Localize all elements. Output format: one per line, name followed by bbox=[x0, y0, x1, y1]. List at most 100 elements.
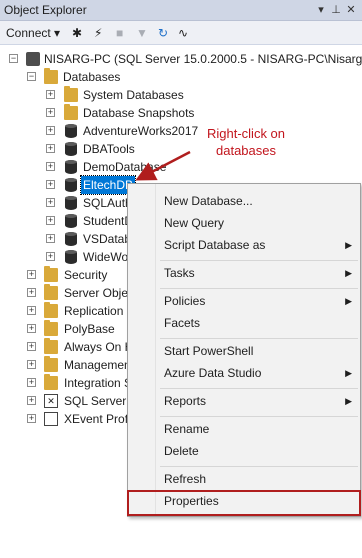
databases-label: Databases bbox=[63, 70, 121, 84]
folder-icon bbox=[44, 302, 58, 318]
stop-icon[interactable]: ■ bbox=[116, 25, 123, 41]
tree-node-demodatabase[interactable]: + DemoDatabase bbox=[0, 158, 362, 176]
expand-icon[interactable]: + bbox=[27, 306, 36, 315]
menu-item-azure-data-studio[interactable]: Azure Data Studio ▶ bbox=[156, 362, 360, 384]
panel-title: Object Explorer bbox=[4, 3, 87, 17]
expand-icon[interactable]: + bbox=[46, 90, 55, 99]
expand-icon[interactable]: + bbox=[46, 198, 55, 207]
expand-icon[interactable]: + bbox=[46, 162, 55, 171]
tree-item-label: Managemen bbox=[64, 358, 131, 372]
menu-item-start-powershell[interactable]: Start PowerShell bbox=[156, 340, 360, 362]
menu-item-tasks[interactable]: Tasks ▶ bbox=[156, 262, 360, 284]
collapse-icon[interactable]: − bbox=[27, 72, 36, 81]
menu-item-new-query[interactable]: New Query bbox=[156, 212, 360, 234]
server-label: NISARG-PC (SQL Server 15.0.2000.5 - NISA… bbox=[44, 52, 362, 66]
tree-item-label: SQLAuth bbox=[83, 196, 132, 210]
menu-separator bbox=[160, 416, 358, 417]
menu-item-label: Script Database as bbox=[164, 238, 266, 252]
submenu-arrow-icon: ▶ bbox=[345, 240, 352, 250]
menu-item-facets[interactable]: Facets bbox=[156, 312, 360, 334]
tree-item-label: DBATools bbox=[83, 142, 135, 156]
expand-icon[interactable]: + bbox=[46, 108, 55, 117]
tree-item-label: VSDatab bbox=[83, 232, 132, 246]
database-icon bbox=[65, 142, 77, 156]
folder-icon bbox=[44, 266, 58, 282]
expand-icon[interactable]: + bbox=[27, 342, 36, 351]
folder-icon bbox=[44, 68, 58, 84]
menu-item-reports[interactable]: Reports ▶ bbox=[156, 390, 360, 412]
menu-separator bbox=[160, 260, 358, 261]
folder-icon bbox=[44, 320, 58, 336]
menu-item-policies[interactable]: Policies ▶ bbox=[156, 290, 360, 312]
submenu-arrow-icon: ▶ bbox=[345, 368, 352, 378]
annotation-callout: Right-click on databases bbox=[206, 126, 286, 158]
collapse-icon[interactable]: − bbox=[9, 54, 18, 63]
expand-icon[interactable]: + bbox=[46, 216, 55, 225]
connect-plug-icon[interactable]: ✱ bbox=[72, 25, 82, 41]
menu-item-refresh[interactable]: Refresh bbox=[156, 468, 360, 490]
folder-icon bbox=[44, 284, 58, 300]
expand-icon[interactable]: + bbox=[27, 414, 36, 423]
expand-icon[interactable]: + bbox=[27, 360, 36, 369]
agent-icon: ✕ bbox=[44, 394, 58, 408]
database-icon bbox=[65, 250, 77, 264]
tree-node-dbatools[interactable]: + DBATools bbox=[0, 140, 362, 158]
menu-item-label: New Query bbox=[164, 216, 225, 230]
tree-item-label: SQL Server A bbox=[64, 394, 137, 408]
tree-item-label: WideWo bbox=[83, 250, 129, 264]
menu-separator bbox=[160, 388, 358, 389]
tree-node-server[interactable]: − NISARG-PC (SQL Server 15.0.2000.5 - NI… bbox=[0, 50, 362, 68]
dropdown-icon[interactable]: ▾ bbox=[315, 3, 327, 17]
tree-item-label: Server Objec bbox=[64, 286, 135, 300]
submenu-arrow-icon: ▶ bbox=[345, 268, 352, 278]
menu-item-rename[interactable]: Rename bbox=[156, 418, 360, 440]
database-icon bbox=[65, 178, 77, 192]
tree-item-label: AdventureWorks2017 bbox=[83, 124, 199, 138]
expand-icon[interactable]: + bbox=[46, 252, 55, 261]
database-icon bbox=[65, 124, 77, 138]
expand-icon[interactable]: + bbox=[46, 144, 55, 153]
tree-node-adventureworks[interactable]: + AdventureWorks2017 bbox=[0, 122, 362, 140]
tree-node-databases[interactable]: − Databases bbox=[0, 68, 362, 86]
menu-item-label: Azure Data Studio bbox=[164, 366, 262, 380]
tree-node-system-databases[interactable]: + System Databases bbox=[0, 86, 362, 104]
disconnect-icon[interactable]: ⚡ bbox=[94, 25, 102, 41]
submenu-arrow-icon: ▶ bbox=[345, 396, 352, 406]
tree-item-label: Integration S bbox=[64, 376, 133, 390]
expand-icon[interactable]: + bbox=[27, 378, 36, 387]
menu-item-label: New Database... bbox=[164, 194, 253, 208]
tree-node-database-snapshots[interactable]: + Database Snapshots bbox=[0, 104, 362, 122]
connect-button[interactable]: Connect ▾ bbox=[6, 25, 60, 41]
menu-separator bbox=[160, 466, 358, 467]
filter-icon[interactable]: ▼ bbox=[136, 25, 148, 41]
menu-item-delete[interactable]: Delete bbox=[156, 440, 360, 462]
expand-icon[interactable]: + bbox=[46, 180, 55, 189]
xevent-icon bbox=[44, 412, 58, 426]
folder-icon bbox=[44, 338, 58, 354]
menu-item-label: Tasks bbox=[164, 266, 195, 280]
pin-icon[interactable]: ⊥ bbox=[330, 3, 342, 17]
close-icon[interactable]: ✕ bbox=[345, 3, 357, 17]
refresh-icon[interactable]: ↻ bbox=[158, 25, 168, 41]
menu-item-label: Rename bbox=[164, 422, 210, 436]
expand-icon[interactable]: + bbox=[46, 234, 55, 243]
connect-label: Connect bbox=[6, 26, 51, 40]
database-icon bbox=[65, 160, 77, 174]
menu-item-script-database-as[interactable]: Script Database as ▶ bbox=[156, 234, 360, 256]
expand-icon[interactable]: + bbox=[27, 324, 36, 333]
tree-item-label: Always On H bbox=[64, 340, 134, 354]
expand-icon[interactable]: + bbox=[46, 126, 55, 135]
menu-item-label: Refresh bbox=[164, 472, 207, 486]
folder-icon bbox=[64, 104, 78, 120]
folder-icon bbox=[44, 356, 58, 372]
tree-item-label: System Databases bbox=[83, 88, 184, 102]
tree-item-label: Database Snapshots bbox=[83, 106, 195, 120]
expand-icon[interactable]: + bbox=[27, 288, 36, 297]
expand-icon[interactable]: + bbox=[27, 396, 36, 405]
expand-icon[interactable]: + bbox=[27, 270, 36, 279]
menu-item-new-database[interactable]: New Database... bbox=[156, 190, 360, 212]
submenu-arrow-icon: ▶ bbox=[345, 296, 352, 306]
tree-item-label: StudentD bbox=[83, 214, 134, 228]
context-menu: New Database... New Query Script Databas… bbox=[127, 183, 361, 517]
activity-monitor-icon[interactable]: ∿ bbox=[178, 25, 188, 41]
